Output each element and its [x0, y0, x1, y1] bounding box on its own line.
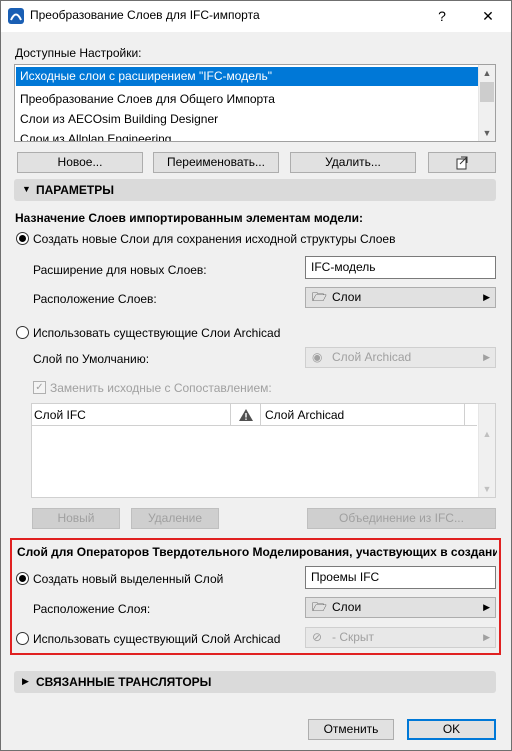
hidden-eye-icon: ⊘ [312, 630, 323, 644]
export-preset-button[interactable] [428, 152, 496, 173]
list-item[interactable]: Преобразование Слоев для Общего Импорта [16, 90, 479, 109]
create-layers-radio[interactable] [16, 232, 29, 245]
layers-location-label: Расположение Слоев: [33, 292, 157, 306]
ok-button[interactable]: OK [407, 719, 496, 740]
rename-preset-button[interactable]: Переименовать... [153, 152, 279, 173]
dropdown-arrow-icon: ▶ [483, 632, 490, 642]
extension-label: Расширение для новых Слоев: [33, 263, 207, 277]
mapping-table-header: Слой IFC Слой Archicad [32, 404, 477, 426]
export-icon [456, 156, 468, 170]
dropdown-arrow-icon: ▶ [483, 292, 490, 302]
existing-layers-label: Использовать существующие Слои Archicad [33, 326, 281, 340]
presets-header: Доступные Настройки: [15, 46, 142, 60]
existing-layers-radio[interactable] [16, 326, 29, 339]
collapsed-triangle-icon: ▶ [22, 676, 29, 686]
dedicated-layer-input[interactable]: Проемы IFC [305, 566, 496, 589]
scroll-down-icon[interactable]: ▼ [479, 125, 495, 141]
translators-section-header[interactable]: ▶ СВЯЗАННЫЕ ТРАНСЛЯТОРЫ [14, 671, 496, 693]
list-item[interactable]: Слои из AECOsim Building Designer [16, 110, 479, 129]
params-section-header[interactable]: ▼ ПАРАМЕТРЫ [14, 179, 496, 201]
use-existing-layer-label: Использовать существующий Слой Archicad [33, 632, 281, 646]
layer-location-select[interactable]: 🗁 Слои ▶ [305, 597, 496, 618]
app-icon [8, 8, 24, 24]
col-ifc-header: Слой IFC [34, 408, 86, 422]
layer-location-label: Расположение Слоя: [33, 602, 151, 616]
list-item[interactable]: Слои из Allplan Engineering [16, 130, 479, 141]
existing-layer-value: - Скрыт [332, 630, 375, 644]
solid-ops-title: Слой для Операторов Твердотельного Модел… [17, 545, 497, 559]
presets-list[interactable]: Исходные слои с расширением "IFC-модель"… [14, 64, 496, 142]
existing-layer-select[interactable]: ⊘ - Скрыт ▶ [305, 627, 496, 648]
mapping-scrollbar[interactable]: ▲ ▼ [478, 404, 495, 497]
cancel-button[interactable]: Отменить [308, 719, 394, 740]
eye-icon: ◉ [312, 350, 323, 364]
translators-header-label: СВЯЗАННЫЕ ТРАНСЛЯТОРЫ [36, 675, 212, 689]
folder-icon: 🗁 [312, 290, 327, 304]
window-title: Преобразование Слоев для IFC-импорта [30, 8, 260, 22]
help-button[interactable]: ? [432, 6, 452, 26]
scroll-thumb[interactable] [480, 82, 494, 102]
scroll-up-icon[interactable]: ▲ [479, 65, 495, 81]
presets-scrollbar[interactable]: ▲ ▼ [478, 65, 495, 141]
delete-preset-button[interactable]: Удалить... [290, 152, 416, 173]
replace-label: Заменить исходные с Сопоставлением: [50, 381, 272, 395]
layers-location-select[interactable]: 🗁 Слои ▶ [305, 287, 496, 308]
mapping-table[interactable]: Слой IFC Слой Archicad ▲ ▼ [31, 403, 496, 498]
close-button[interactable]: ✕ [478, 6, 498, 26]
default-layer-select[interactable]: ◉ Слой Archicad ▶ [305, 347, 496, 368]
layers-location-value: Слои [332, 290, 362, 304]
layer-location-value: Слои [332, 600, 362, 614]
warning-icon [230, 404, 261, 426]
extension-input[interactable]: IFC-модель [305, 256, 496, 279]
col-archicad-header: Слой Archicad [265, 408, 345, 422]
default-layer-value: Слой Archicad [332, 350, 412, 364]
scroll-up-icon[interactable]: ▲ [479, 426, 495, 442]
col-divider [464, 404, 465, 426]
create-dedicated-layer-radio[interactable] [16, 572, 29, 585]
mapping-new-button[interactable]: Новый [32, 508, 120, 529]
params-header-label: ПАРАМЕТРЫ [36, 183, 114, 197]
list-item[interactable]: Исходные слои с расширением "IFC-модель" [16, 67, 479, 86]
default-layer-label: Слой по Умолчанию: [33, 352, 150, 366]
replace-checkbox[interactable]: ✓ [33, 381, 46, 394]
dropdown-arrow-icon: ▶ [483, 352, 490, 362]
create-dedicated-layer-label: Создать новый выделенный Слой [33, 572, 224, 586]
dropdown-arrow-icon: ▶ [483, 602, 490, 612]
create-layers-label: Создать новые Слои для сохранения исходн… [33, 232, 396, 246]
scroll-down-icon[interactable]: ▼ [479, 481, 495, 497]
new-preset-button[interactable]: Новое... [17, 152, 143, 173]
merge-from-ifc-button[interactable]: Объединение из IFC... [307, 508, 496, 529]
expanded-triangle-icon: ▼ [22, 184, 31, 194]
folder-icon: 🗁 [312, 600, 327, 614]
mapping-delete-button[interactable]: Удаление [131, 508, 219, 529]
use-existing-layer-radio[interactable] [16, 632, 29, 645]
assign-title: Назначение Слоев импортированным элемент… [15, 211, 364, 225]
